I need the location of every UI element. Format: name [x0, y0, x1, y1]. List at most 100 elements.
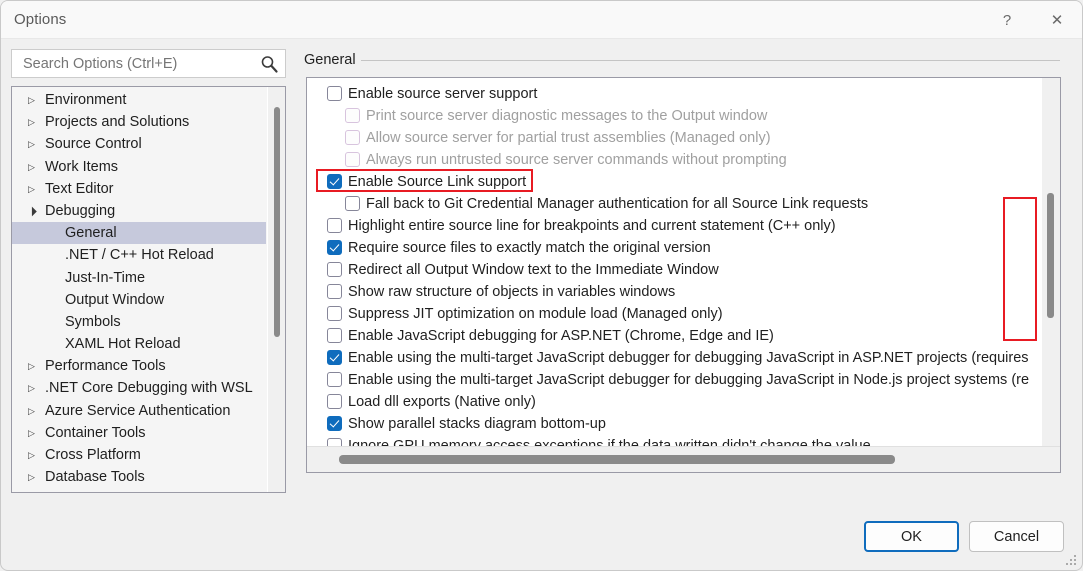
checkbox-unchecked — [345, 152, 360, 167]
chevron-right-icon[interactable]: ▷ — [28, 111, 35, 133]
chevron-right-icon[interactable]: ▷ — [28, 355, 35, 377]
checkbox-unchecked[interactable] — [327, 306, 342, 321]
tree-item-symbols[interactable]: Symbols — [12, 311, 266, 333]
chevron-down-icon[interactable]: ◢ — [21, 201, 42, 222]
tree-item-label: Cross Platform — [45, 447, 141, 463]
checkbox-unchecked[interactable] — [327, 394, 342, 409]
section-title: General — [304, 52, 356, 68]
chevron-right-icon[interactable]: ▷ — [28, 400, 35, 422]
chevron-right-icon[interactable]: ▷ — [28, 377, 35, 399]
chevron-right-icon[interactable]: ▷ — [28, 133, 35, 155]
option-label: Fall back to Git Credential Manager auth… — [366, 196, 869, 212]
tree-item-output-window[interactable]: Output Window — [12, 289, 266, 311]
tree-item-label: Environment — [45, 92, 127, 108]
chevron-right-icon[interactable]: ▷ — [28, 156, 35, 178]
checkbox-unchecked[interactable] — [327, 372, 342, 387]
tree-item-label: .NET Core Debugging with WSL — [45, 380, 253, 397]
option-label: Enable using the multi-target JavaScript… — [348, 372, 1030, 388]
tree-item-label: Work Items — [45, 158, 119, 175]
tree-item-container-tools[interactable]: ▷ Container Tools — [12, 422, 266, 444]
tree-item-xaml-hot-reload[interactable]: XAML Hot Reload — [12, 333, 266, 355]
tree-item-label: .NET / C++ Hot Reload — [65, 247, 214, 264]
option-label: Always run untrusted source server comma… — [366, 152, 787, 168]
tree-item-label: Just-In-Time — [65, 269, 146, 286]
checkbox-checked[interactable] — [327, 350, 342, 365]
search-box[interactable] — [11, 49, 286, 78]
checkbox-unchecked[interactable] — [345, 196, 360, 211]
tree-item-label: Projects and Solutions — [45, 114, 190, 131]
option-label: Suppress JIT optimization on module load… — [348, 306, 723, 322]
options-tree[interactable]: ▷ Environment ▷ Projects and Solutions ▷ Sour… — [11, 86, 286, 493]
resize-grip[interactable] — [1066, 555, 1079, 568]
checkbox-unchecked[interactable] — [327, 284, 342, 299]
options-vertical-scrollbar[interactable] — [1042, 78, 1060, 472]
tree-item-just-in-time[interactable]: Just-In-Time — [12, 267, 266, 289]
tree-item-text-editor[interactable]: ▷ Text Editor — [12, 178, 266, 200]
tree-item-cross-platform[interactable]: ▷ Cross Platform — [12, 444, 266, 466]
options-list-panel[interactable]: Enable source server support Print source… — [306, 77, 1061, 473]
resize-grip-dot — [1070, 559, 1072, 561]
option-label: Print source server diagnostic messages … — [366, 108, 768, 124]
options-vertical-scrollbar-thumb[interactable] — [1047, 193, 1054, 318]
tree-scrollbar[interactable] — [267, 87, 285, 492]
tree-item-net-core-debugging-with-wsl[interactable]: ▷ .NET Core Debugging with WSL — [12, 377, 266, 399]
tree-item-general[interactable]: General — [12, 222, 266, 245]
chevron-right-icon[interactable]: ▷ — [28, 422, 35, 444]
chevron-right-icon[interactable]: ▷ — [28, 488, 35, 492]
checkbox-unchecked — [345, 108, 360, 123]
tree-item-source-control[interactable]: ▷ Source Control — [12, 133, 266, 155]
cancel-button-label: Cancel — [993, 528, 1040, 545]
option-label: Enable using the multi-target JavaScript… — [348, 350, 1029, 366]
chevron-right-icon[interactable]: ▷ — [28, 178, 35, 200]
checkbox-unchecked[interactable] — [327, 86, 342, 101]
checkbox-unchecked[interactable] — [327, 262, 342, 277]
help-icon[interactable]: ? — [984, 1, 1030, 39]
tree-item-label: F# Tools — [45, 488, 100, 492]
tree-item-label: Source Control — [45, 136, 142, 153]
chevron-right-icon[interactable]: ▷ — [28, 466, 35, 488]
option-label: Redirect all Output Window text to the I… — [348, 262, 719, 278]
tree-item-environment[interactable]: ▷ Environment — [12, 89, 266, 111]
option-label: Load dll exports (Native only) — [348, 394, 536, 410]
checkbox-unchecked — [345, 130, 360, 145]
cancel-button[interactable]: Cancel — [969, 521, 1064, 552]
tree-item-performance-tools[interactable]: ▷ Performance Tools — [12, 355, 266, 377]
ok-button[interactable]: OK — [864, 521, 959, 552]
resize-grip-dot — [1074, 563, 1076, 565]
chevron-right-icon[interactable]: ▷ — [28, 89, 35, 111]
help-glyph: ? — [1002, 11, 1012, 29]
option-label: Allow source server for partial trust as… — [366, 130, 771, 146]
tree-item-label: Text Editor — [45, 180, 114, 197]
options-dialog: Options ? ✕ ▷ Environment ▷ Projects and So… — [0, 0, 1083, 571]
resize-grip-dot — [1074, 555, 1076, 557]
resize-grip-dot — [1070, 563, 1072, 565]
options-horizontal-scrollbar[interactable] — [307, 446, 1060, 472]
checkbox-checked[interactable] — [327, 416, 342, 431]
tree-item-azure-service-authentication[interactable]: ▷ Azure Service Authentication — [12, 400, 266, 422]
tree-item-database-tools[interactable]: ▷ Database Tools — [12, 466, 266, 488]
tree-item-f-tools[interactable]: ▷ F# Tools — [12, 488, 266, 492]
search-icon[interactable] — [259, 54, 279, 74]
checkbox-unchecked[interactable] — [327, 328, 342, 343]
option-label: Enable source server support — [348, 86, 538, 102]
close-icon[interactable]: ✕ — [1034, 1, 1080, 39]
tree-item-net-c-hot-reload[interactable]: .NET / C++ Hot Reload — [12, 244, 266, 266]
tree-item-label: Symbols — [65, 313, 121, 330]
checkbox-checked[interactable] — [327, 174, 342, 189]
section-divider — [361, 60, 1060, 61]
search-input[interactable] — [21, 55, 251, 73]
tree-item-label: Debugging — [45, 202, 116, 219]
chevron-right-icon[interactable]: ▷ — [28, 444, 35, 466]
tree-item-debugging[interactable]: ◢ Debugging — [12, 200, 266, 222]
checkbox-checked[interactable] — [327, 240, 342, 255]
tree-item-work-items[interactable]: ▷ Work Items — [12, 156, 266, 178]
tree-item-label: Container Tools — [45, 424, 146, 441]
checkbox-unchecked[interactable] — [327, 218, 342, 233]
tree-list: ▷ Environment ▷ Projects and Solutions ▷ Sour… — [12, 89, 266, 492]
tree-item-label: Azure Service Authentication — [45, 402, 231, 419]
options-horizontal-scrollbar-thumb[interactable] — [339, 455, 895, 464]
tree-item-projects-and-solutions[interactable]: ▷ Projects and Solutions — [12, 111, 266, 133]
tree-scrollbar-thumb[interactable] — [274, 107, 280, 337]
resize-grip-dot — [1074, 559, 1076, 561]
tree-item-label: Performance Tools — [45, 358, 166, 375]
